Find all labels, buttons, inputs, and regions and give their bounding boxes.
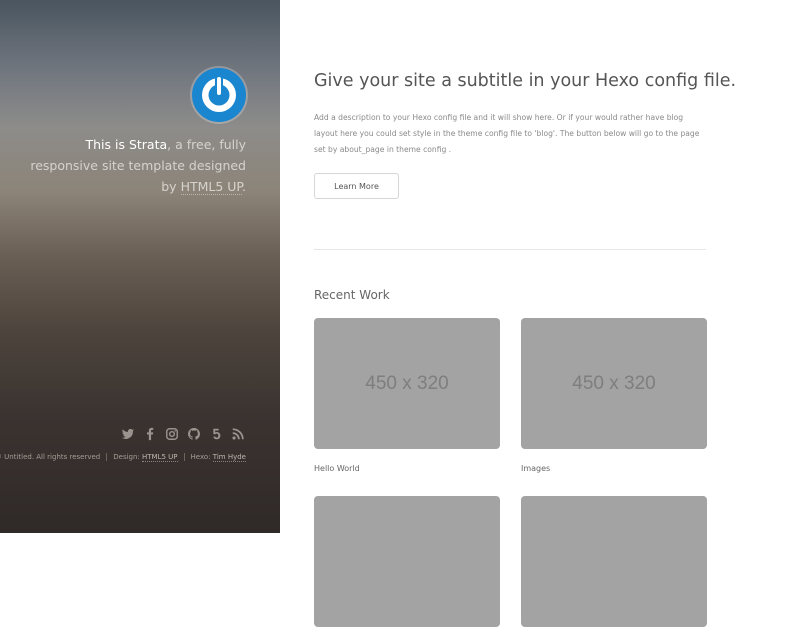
power-logo-icon: [202, 76, 236, 112]
twitter-icon[interactable]: [120, 426, 136, 442]
main-content: Give your site a subtitle in your Hexo c…: [314, 0, 736, 627]
copyright-text: © Untitled. All rights reserved: [0, 453, 101, 461]
recent-work-title: Recent Work: [314, 288, 390, 302]
instagram-icon[interactable]: [164, 426, 180, 442]
work-thumbnail-2[interactable]: 450 x 320: [521, 318, 707, 449]
html5up-link[interactable]: HTML5 UP: [180, 179, 243, 195]
hexo-label: Hexo:: [190, 453, 213, 461]
page-headline: Give your site a subtitle in your Hexo c…: [314, 71, 737, 91]
learn-more-button[interactable]: Learn More: [314, 173, 399, 199]
hexo-author-link[interactable]: Tim Hyde: [212, 453, 246, 462]
design-link[interactable]: HTML5 UP: [142, 453, 178, 462]
rss-icon[interactable]: [230, 426, 246, 442]
design-credit: Design: HTML5 UP: [106, 453, 183, 462]
work-caption-1[interactable]: Hello World: [314, 464, 360, 473]
facebook-icon[interactable]: [142, 426, 158, 442]
sidebar: This is Strata, a free, fully responsive…: [0, 0, 280, 533]
brand-name: This is Strata: [85, 137, 168, 152]
work-caption-2[interactable]: Images: [521, 464, 550, 473]
work-thumbnail-4[interactable]: [521, 496, 707, 627]
social-links: [120, 426, 246, 442]
section-divider: [314, 249, 706, 250]
500px-icon[interactable]: [208, 426, 224, 442]
hexo-credit: Hexo: Tim Hyde: [183, 453, 246, 462]
work-thumbnail-3[interactable]: [314, 496, 500, 627]
intro-end: .: [242, 179, 246, 194]
page-description: Add a description to your Hexo config fi…: [314, 113, 700, 154]
avatar[interactable]: [192, 68, 246, 122]
sidebar-intro: This is Strata, a free, fully responsive…: [16, 134, 246, 197]
work-thumbnail-1[interactable]: 450 x 320: [314, 318, 500, 449]
footer-credits: © Untitled. All rights reserved Design: …: [0, 453, 246, 462]
design-label: Design:: [113, 453, 143, 461]
github-icon[interactable]: [186, 426, 202, 442]
